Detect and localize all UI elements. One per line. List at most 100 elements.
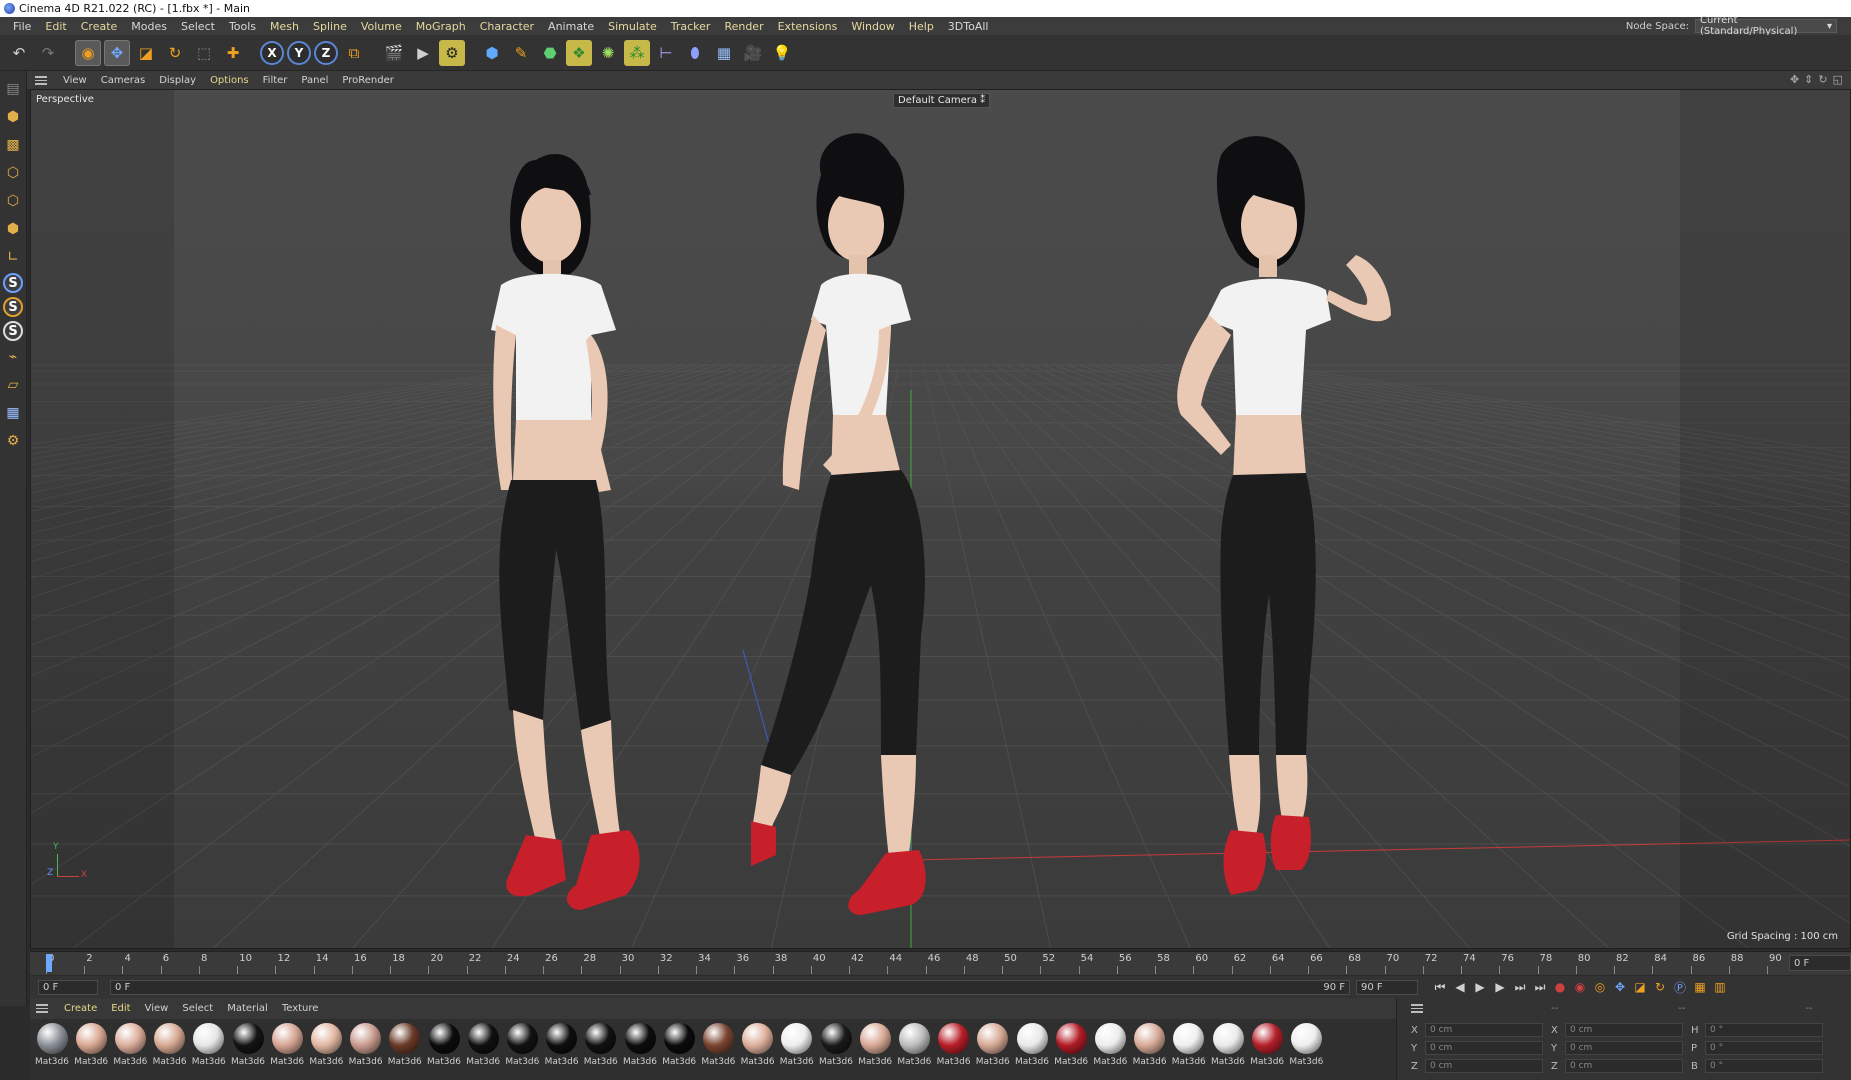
key-param-icon[interactable]: Ⓟ (1670, 978, 1690, 996)
character-figure-left[interactable] (451, 120, 751, 949)
key-scale-icon[interactable]: ◪ (1630, 978, 1650, 996)
material-swatch[interactable]: Mat3d6 (348, 1021, 384, 1069)
material-swatch[interactable]: Mat3d6 (896, 1021, 932, 1069)
material-swatch[interactable]: Mat3d6 (73, 1021, 109, 1069)
grid-icon[interactable]: ▦ (1, 401, 25, 425)
character-figure-right[interactable] (1151, 115, 1451, 945)
character-figure-center[interactable] (751, 115, 1051, 945)
coords-size-y-field[interactable]: 0 cm (1565, 1041, 1683, 1055)
menu-volume[interactable]: Volume (354, 20, 409, 33)
coords-rot-b-field[interactable]: 0 ° (1705, 1059, 1823, 1073)
menu-file[interactable]: File (6, 20, 38, 33)
camera-icon[interactable]: 🎥 (740, 40, 766, 66)
render-picture-viewer-icon[interactable]: ▶ (410, 40, 436, 66)
add-icon[interactable]: ✚ (220, 40, 246, 66)
maximize-view-icon[interactable]: ◱ (1833, 73, 1843, 86)
material-swatch[interactable]: Mat3d6 (269, 1021, 305, 1069)
cloner-icon[interactable]: ⁂ (624, 39, 650, 66)
floor-icon[interactable]: ▦ (711, 40, 737, 66)
material-swatch[interactable]: Mat3d6 (936, 1021, 972, 1069)
texture-mode-icon[interactable]: ▩ (1, 133, 25, 157)
keyframe-selection-icon[interactable]: ◎ (1590, 978, 1610, 996)
menu-render[interactable]: Render (717, 20, 770, 33)
coords-pos-z-field[interactable]: 0 cm (1425, 1059, 1543, 1073)
menu-spline[interactable]: Spline (306, 20, 354, 33)
material-swatch[interactable]: Mat3d6 (779, 1021, 815, 1069)
snap-icon[interactable]: S (3, 273, 23, 293)
menu-tracker[interactable]: Tracker (664, 20, 718, 33)
key-position-icon[interactable]: ✥ (1610, 978, 1630, 996)
cube-icon[interactable]: ⬢ (479, 40, 505, 66)
scale-icon[interactable]: ◪ (133, 40, 159, 66)
light-icon[interactable]: 💡 (769, 40, 795, 66)
record-icon[interactable]: ● (1550, 978, 1570, 996)
material-menu-hamburger-icon[interactable] (36, 1004, 48, 1013)
redo-icon[interactable]: ↷ (35, 40, 61, 66)
end-marker-icon[interactable]: ⏭ (1530, 978, 1550, 996)
preview-range-slider[interactable]: 0 F 90 F (110, 979, 1350, 995)
workplane-icon[interactable]: ▱ (1, 373, 25, 397)
play-icon[interactable]: ▶ (1470, 978, 1490, 996)
end-frame-field[interactable]: 90 F (1356, 979, 1418, 995)
material-swatch[interactable]: Mat3d6 (1171, 1021, 1207, 1069)
zoom-view-icon[interactable]: ⇕ (1804, 73, 1813, 86)
material-swatch[interactable]: Mat3d6 (1210, 1021, 1246, 1069)
coords-rot-h-field[interactable]: 0 ° (1705, 1023, 1823, 1037)
menu-3dtoall[interactable]: 3DToAll (941, 20, 996, 33)
material-swatch[interactable]: Mat3d6 (112, 1021, 148, 1069)
material-swatch[interactable]: Mat3d6 (857, 1021, 893, 1069)
material-swatch[interactable]: Mat3d6 (152, 1021, 188, 1069)
menu-extensions[interactable]: Extensions (771, 20, 845, 33)
material-swatch[interactable]: Mat3d6 (544, 1021, 580, 1069)
material-swatch[interactable]: Mat3d6 (818, 1021, 854, 1069)
viewport-menu-prorender[interactable]: ProRender (336, 75, 399, 86)
material-swatch[interactable]: Mat3d6 (1053, 1021, 1089, 1069)
menu-window[interactable]: Window (844, 20, 901, 33)
timeline-window-icon[interactable]: ▥ (1710, 978, 1730, 996)
material-menu-view[interactable]: View (139, 1003, 175, 1014)
material-swatch[interactable]: Mat3d6 (740, 1021, 776, 1069)
material-swatch[interactable]: Mat3d6 (230, 1021, 266, 1069)
material-swatch[interactable]: Mat3d6 (975, 1021, 1011, 1069)
menu-animate[interactable]: Animate (541, 20, 601, 33)
z-axis-icon[interactable]: Z (314, 40, 338, 65)
step-forward-icon[interactable]: ▶ (1490, 978, 1510, 996)
menu-create[interactable]: Create (74, 20, 125, 33)
material-swatch[interactable]: Mat3d6 (504, 1021, 540, 1069)
viewport-menu-cameras[interactable]: Cameras (95, 75, 151, 86)
menu-help[interactable]: Help (902, 20, 941, 33)
coords-menu-hamburger-icon[interactable] (1411, 1004, 1423, 1013)
menu-mesh[interactable]: Mesh (263, 20, 306, 33)
mograph-icon[interactable]: ✺ (595, 40, 621, 66)
y-axis-icon[interactable]: Y (287, 40, 311, 65)
pan-view-icon[interactable]: ✥ (1790, 73, 1799, 86)
material-swatch[interactable]: Mat3d6 (465, 1021, 501, 1069)
material-swatch[interactable]: Mat3d6 (1249, 1021, 1285, 1069)
menu-tools[interactable]: Tools (222, 20, 263, 33)
coords-size-z-field[interactable]: 0 cm (1565, 1059, 1683, 1073)
menu-simulate[interactable]: Simulate (601, 20, 664, 33)
viewport-menu-panel[interactable]: Panel (295, 75, 334, 86)
playhead[interactable] (46, 954, 52, 972)
lock-icon[interactable]: ⚙ (1, 429, 25, 453)
edges-mode-icon[interactable]: ⬡ (1, 189, 25, 213)
axis-mode-icon[interactable]: ∟ (1, 245, 25, 269)
snap-settings-icon[interactable]: S (3, 297, 23, 317)
rotate-view-icon[interactable]: ↻ (1818, 73, 1827, 86)
polygons-mode-icon[interactable]: ⬢ (1, 217, 25, 241)
go-to-start-icon[interactable]: ⏮ (1430, 978, 1450, 996)
viewport-menu-display[interactable]: Display (153, 75, 202, 86)
array-icon[interactable]: ❖ (566, 39, 592, 66)
material-menu-create[interactable]: Create (58, 1003, 103, 1014)
make-editable-icon[interactable]: ▤ (1, 77, 25, 101)
render-view-icon[interactable]: 🎬 (381, 40, 407, 66)
coords-size-x-field[interactable]: 0 cm (1565, 1023, 1683, 1037)
start-frame-field[interactable]: 0 F (38, 979, 98, 995)
model-mode-icon[interactable]: ⬢ (1, 105, 25, 129)
material-swatch[interactable]: Mat3d6 (191, 1021, 227, 1069)
viewport-menu-view[interactable]: View (57, 75, 93, 86)
material-swatch[interactable]: Mat3d6 (1288, 1021, 1324, 1069)
step-back-icon[interactable]: ◀ (1450, 978, 1470, 996)
render-settings-icon[interactable]: ⚙ (439, 39, 465, 66)
menu-modes[interactable]: Modes (124, 20, 174, 33)
